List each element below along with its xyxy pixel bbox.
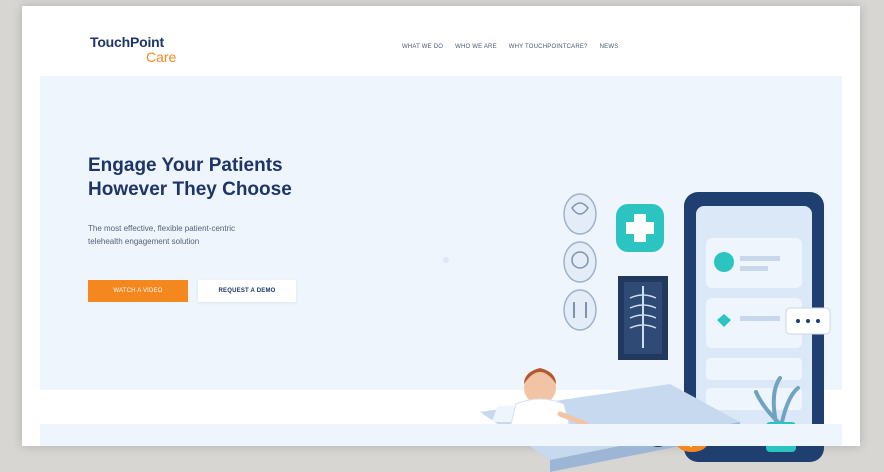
hero-title-line-2: However They Choose: [88, 179, 292, 200]
watch-video-button[interactable]: WATCH A VIDEO: [88, 280, 188, 302]
hero-title-line-1: Engage Your Patients: [88, 155, 283, 176]
decor-dot-small-icon: [443, 257, 449, 263]
lungs-icon: [563, 289, 597, 331]
brain-icon: [563, 241, 597, 283]
nav-item-what-we-do[interactable]: WHAT WE DO: [402, 44, 443, 50]
nav-item-news[interactable]: NEWS: [600, 44, 619, 50]
chat-bubble-icon: [785, 307, 831, 335]
logo-wordmark-touchpoint: TouchPoint: [90, 34, 164, 50]
browser-page: TouchPoint Care WHAT WE DO WHO WE ARE WH…: [22, 6, 860, 472]
user-avatar-icon: [714, 252, 734, 272]
logo-wordmark-care: Care: [146, 49, 177, 65]
next-section-strip: [40, 424, 842, 446]
hero-title: Engage Your Patients However They Choose: [88, 154, 348, 202]
hero-subtitle: The most effective, flexible patient-cen…: [88, 222, 318, 248]
stethoscope-heart-icon: [563, 193, 597, 235]
request-demo-button[interactable]: REQUEST A DEMO: [198, 280, 296, 302]
hero-subtitle-line-1: The most effective, flexible patient-cen…: [88, 224, 236, 233]
nav-item-why-touchpointcare[interactable]: WHY TOUCHPOINTCARE?: [509, 44, 588, 50]
medical-cross-icon: [616, 204, 664, 252]
main-nav: WHAT WE DO WHO WE ARE WHY TOUCHPOINTCARE…: [402, 44, 618, 50]
touchpoint-care-logo[interactable]: TouchPoint Care: [90, 34, 200, 70]
nav-item-who-we-are[interactable]: WHO WE ARE: [455, 44, 497, 50]
xray-panel-icon: [618, 276, 668, 360]
hero-subtitle-line-2: telehealth engagement solution: [88, 237, 200, 246]
hero-section: Engage Your Patients However They Choose…: [40, 76, 842, 472]
